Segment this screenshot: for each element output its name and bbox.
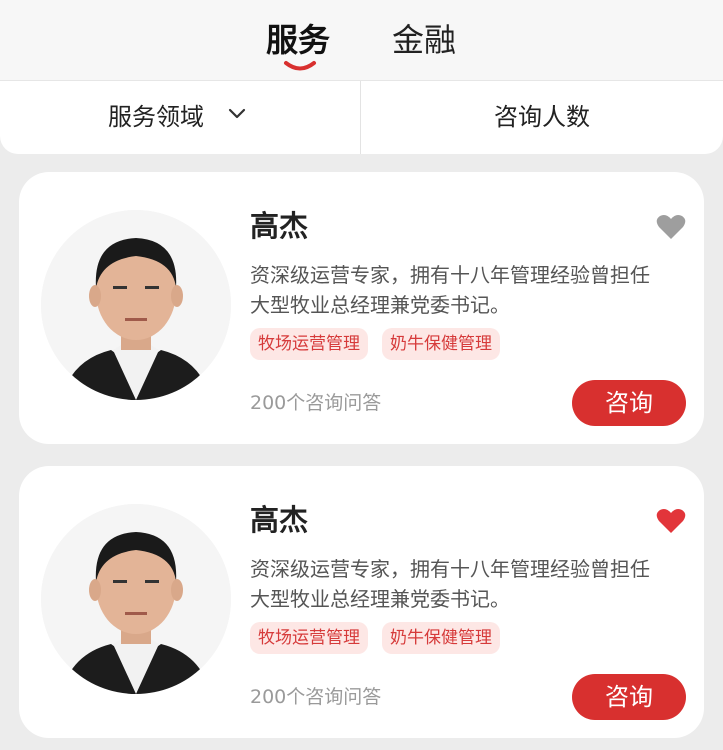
expert-card[interactable]: 高杰 资深级运营专家，拥有十八年管理经验曾担任 大型牧业总经理兼党委书记。 牧场… — [19, 172, 704, 444]
expert-bio-line: 大型牧业总经理兼党委书记。 — [250, 587, 510, 611]
expert-tag: 奶牛保健管理 — [382, 328, 500, 360]
expert-name: 高杰 — [250, 503, 309, 537]
filter-bar: 服务领域 咨询人数 — [0, 80, 723, 154]
consult-qa-count: 200个咨询问答 — [250, 686, 382, 708]
expert-tag: 牧场运营管理 — [250, 622, 368, 654]
expert-tag: 牧场运营管理 — [250, 328, 368, 360]
expert-tag: 奶牛保健管理 — [382, 622, 500, 654]
expert-bio-line: 资深级运营专家，拥有十八年管理经验曾担任 — [250, 263, 650, 287]
expert-bio: 资深级运营专家，拥有十八年管理经验曾担任 大型牧业总经理兼党委书记。 — [250, 260, 690, 320]
tab-finance[interactable]: 金融 — [392, 20, 456, 60]
tab-active-indicator-icon — [284, 61, 316, 71]
consult-button[interactable]: 咨询 — [572, 380, 686, 426]
expert-bio-line: 大型牧业总经理兼党委书记。 — [250, 293, 510, 317]
expert-bio-line: 资深级运营专家，拥有十八年管理经验曾担任 — [250, 557, 650, 581]
consult-qa-count: 200个咨询问答 — [250, 392, 382, 414]
filter-service-domain[interactable]: 服务领域 — [108, 101, 204, 133]
expert-bio: 资深级运营专家，拥有十八年管理经验曾担任 大型牧业总经理兼党委书记。 — [250, 554, 690, 614]
avatar — [41, 504, 231, 694]
avatar — [41, 210, 231, 400]
tab-services[interactable]: 服务 — [266, 20, 330, 60]
consult-button[interactable]: 咨询 — [572, 674, 686, 720]
expert-card[interactable]: 高杰 资深级运营专家，拥有十八年管理经验曾担任 大型牧业总经理兼党委书记。 牧场… — [19, 466, 704, 738]
heart-icon[interactable] — [656, 214, 686, 240]
expert-portrait-icon — [41, 504, 231, 694]
expert-name: 高杰 — [250, 209, 309, 243]
filter-divider — [360, 81, 361, 154]
expert-portrait-icon — [41, 210, 231, 400]
filter-consult-count[interactable]: 咨询人数 — [494, 101, 590, 133]
top-tab-bar: 服务 金融 — [0, 0, 723, 80]
heart-icon[interactable] — [656, 508, 686, 534]
chevron-down-icon[interactable] — [228, 108, 246, 120]
